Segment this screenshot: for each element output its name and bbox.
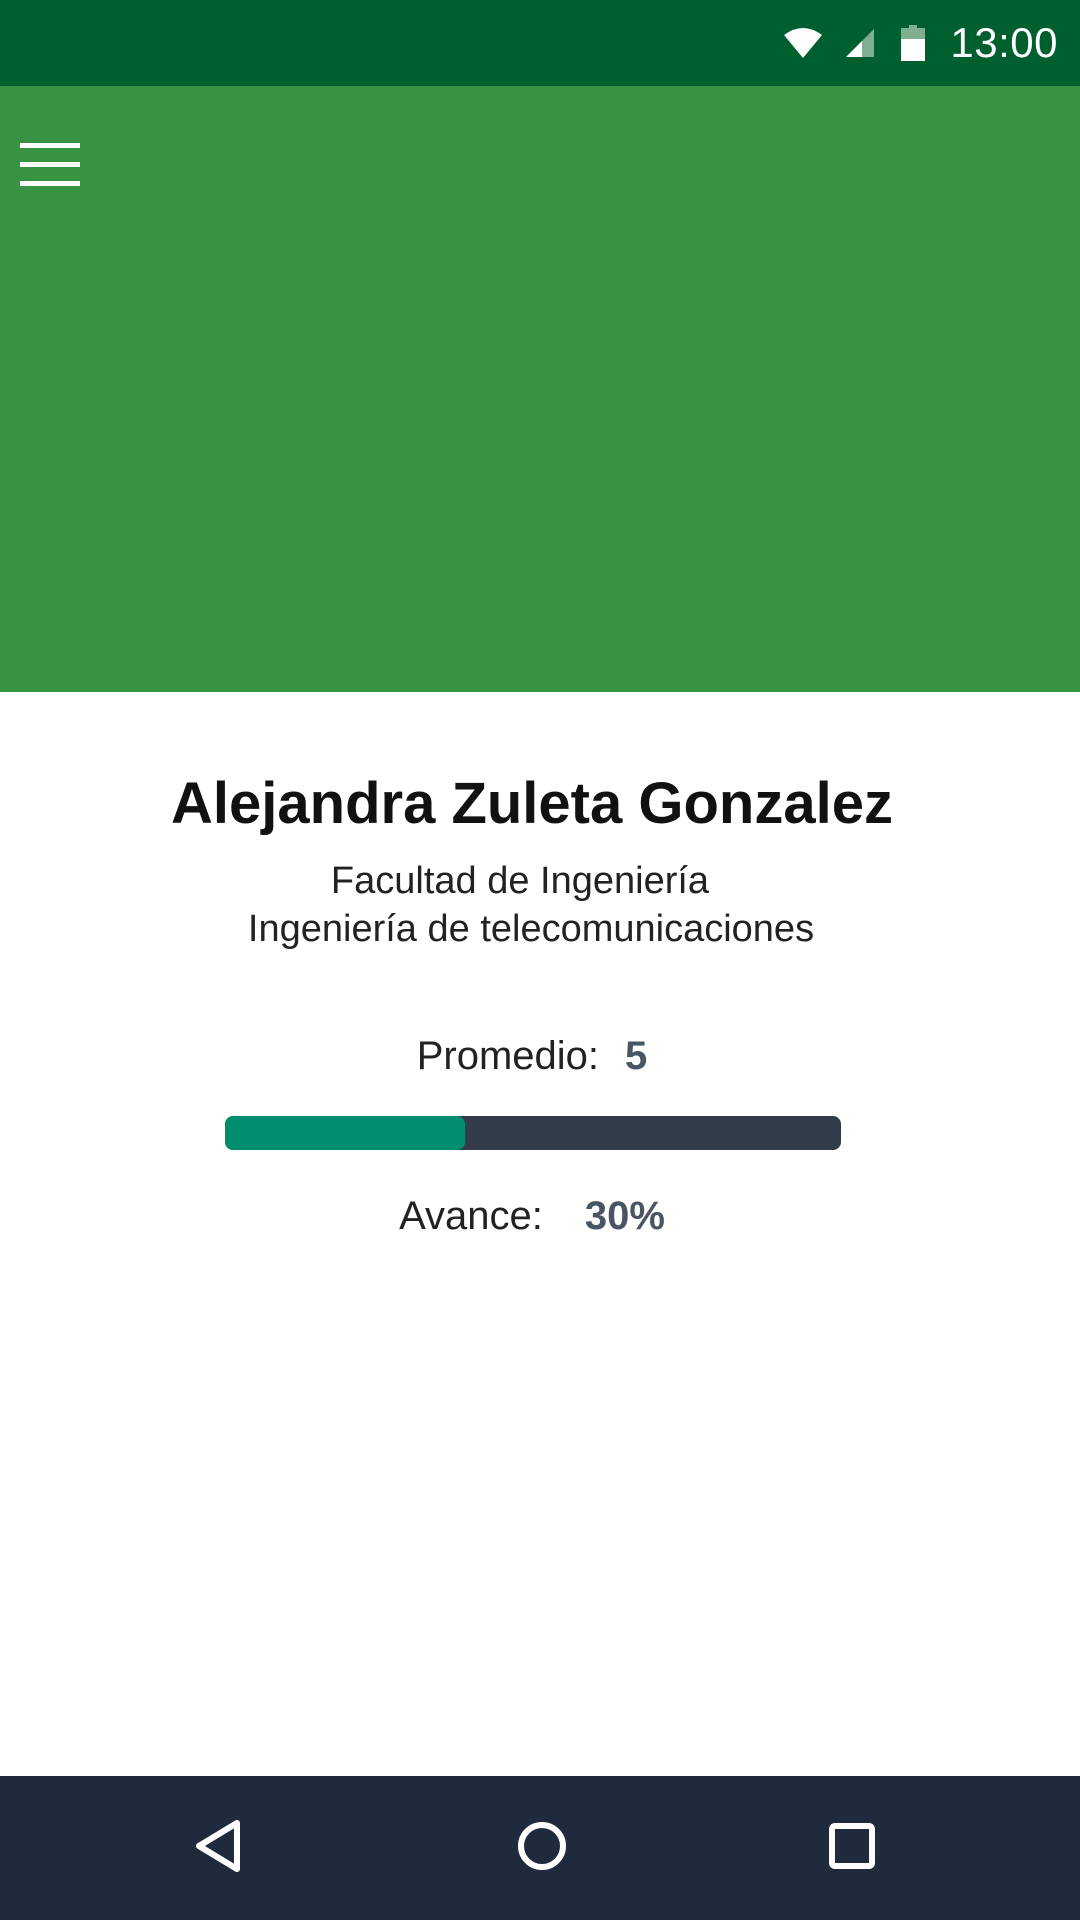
average-value: 5 bbox=[625, 1034, 648, 1078]
app-bar bbox=[0, 86, 1080, 692]
wifi-icon bbox=[780, 20, 826, 66]
status-icons: 13:00 bbox=[780, 0, 1080, 86]
recents-icon bbox=[828, 1822, 876, 1875]
hamburger-menu-icon bbox=[20, 142, 80, 192]
back-icon bbox=[193, 1819, 243, 1878]
progress-label: Avance: bbox=[399, 1194, 543, 1238]
status-bar: 13:00 bbox=[0, 0, 1080, 86]
progress-bar bbox=[225, 1116, 841, 1150]
faculty-name: Facultad de Ingeniería bbox=[330, 860, 710, 902]
average-label: Promedio: bbox=[416, 1034, 600, 1078]
home-button[interactable] bbox=[482, 1776, 602, 1920]
average-row: Promedio: 5 bbox=[0, 1034, 1064, 1079]
student-name: Alejandra Zuleta Gonzalez bbox=[171, 771, 893, 836]
progress-bar-fill bbox=[225, 1116, 466, 1150]
program-name: Ingeniería de telecomunicaciones bbox=[247, 908, 815, 950]
battery-icon bbox=[896, 20, 930, 66]
back-button[interactable] bbox=[158, 1776, 278, 1920]
home-icon bbox=[516, 1820, 568, 1877]
navigation-bar bbox=[0, 1776, 1080, 1920]
progress-value: 30% bbox=[584, 1194, 665, 1238]
status-time: 13:00 bbox=[950, 19, 1058, 66]
cell-signal-icon bbox=[840, 20, 880, 66]
progress-row: Avance: 30% bbox=[0, 1194, 1064, 1239]
recents-button[interactable] bbox=[792, 1776, 912, 1920]
menu-button[interactable] bbox=[0, 117, 100, 217]
